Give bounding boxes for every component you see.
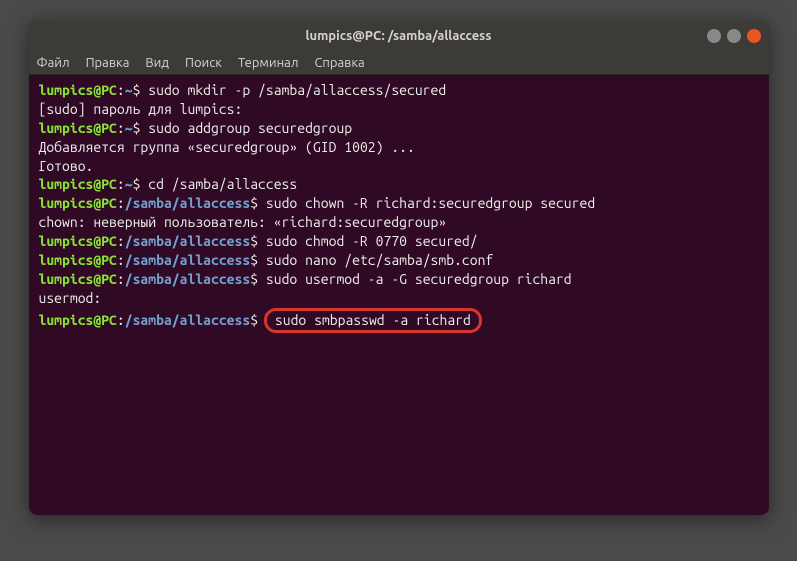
menu-edit[interactable]: Правка: [86, 56, 130, 70]
line-3: lumpics@PC:~$ sudo addgroup securedgroup: [39, 119, 759, 138]
prompt-path: /samba/allaccess: [125, 271, 250, 287]
line-8: chown: неверный пользователь: «richard:s…: [39, 213, 759, 232]
prompt-path: ~: [125, 176, 133, 192]
prompt-path: /samba/allaccess: [125, 233, 250, 249]
menubar: Файл Правка Вид Поиск Терминал Справка: [29, 52, 769, 75]
line-7: lumpics@PC:/samba/allaccess$ sudo chown …: [39, 194, 759, 213]
command: cd /samba/allaccess: [148, 176, 297, 192]
prompt-user: lumpics@PC: [39, 252, 117, 268]
command: sudo mkdir -p /samba/allaccess/secured: [148, 82, 446, 98]
line-6: lumpics@PC:~$ cd /samba/allaccess: [39, 175, 759, 194]
line-9: lumpics@PC:/samba/allaccess$ sudo chmod …: [39, 232, 759, 251]
command: sudo nano /etc/samba/smb.conf: [266, 252, 493, 268]
menu-file[interactable]: Файл: [37, 56, 70, 70]
prompt-user: lumpics@PC: [39, 195, 117, 211]
prompt-path: ~: [125, 120, 133, 136]
line-5: Готово.: [39, 157, 759, 176]
line-12: usermod:: [39, 289, 759, 308]
command: sudo usermod -a -G securedgroup richard: [266, 271, 572, 287]
command: sudo addgroup securedgroup: [148, 120, 352, 136]
prompt-path: /samba/allaccess: [125, 312, 250, 328]
line-2: [sudo] пароль для lumpics:: [39, 100, 759, 119]
prompt-user: lumpics@PC: [39, 120, 117, 136]
line-13: lumpics@PC:/samba/allaccess$ sudo smbpas…: [39, 308, 759, 333]
prompt-path: ~: [125, 82, 133, 98]
prompt-user: lumpics@PC: [39, 271, 117, 287]
window-controls: [707, 29, 761, 43]
command: sudo chmod -R 0770 secured/: [266, 233, 478, 249]
terminal-content[interactable]: lumpics@PC:~$ sudo mkdir -p /samba/allac…: [29, 75, 769, 515]
line-1: lumpics@PC:~$ sudo mkdir -p /samba/allac…: [39, 81, 759, 100]
line-10: lumpics@PC:/samba/allaccess$ sudo nano /…: [39, 251, 759, 270]
menu-terminal[interactable]: Терминал: [238, 56, 298, 70]
highlighted-command: sudo smbpasswd -a richard: [264, 308, 482, 333]
prompt-user: lumpics@PC: [39, 176, 117, 192]
line-4: Добавляется группа «securedgroup» (GID 1…: [39, 138, 759, 157]
titlebar: lumpics@PC: /samba/allaccess: [29, 20, 769, 52]
prompt-user: lumpics@PC: [39, 82, 117, 98]
prompt-user: lumpics@PC: [39, 312, 117, 328]
prompt-user: lumpics@PC: [39, 233, 117, 249]
line-11: lumpics@PC:/samba/allaccess$ sudo usermo…: [39, 270, 759, 289]
menu-help[interactable]: Справка: [314, 56, 364, 70]
menu-view[interactable]: Вид: [145, 56, 169, 70]
close-button[interactable]: [747, 29, 761, 43]
menu-search[interactable]: Поиск: [185, 56, 222, 70]
prompt-path: /samba/allaccess: [125, 252, 250, 268]
prompt-path: /samba/allaccess: [125, 195, 250, 211]
minimize-button[interactable]: [707, 29, 721, 43]
window-title: lumpics@PC: /samba/allaccess: [306, 29, 492, 43]
maximize-button[interactable]: [727, 29, 741, 43]
command: sudo smbpasswd -a richard: [275, 312, 471, 328]
command: sudo chown -R richard:securedgroup secur…: [266, 195, 595, 211]
terminal-window: lumpics@PC: /samba/allaccess Файл Правка…: [29, 20, 769, 515]
